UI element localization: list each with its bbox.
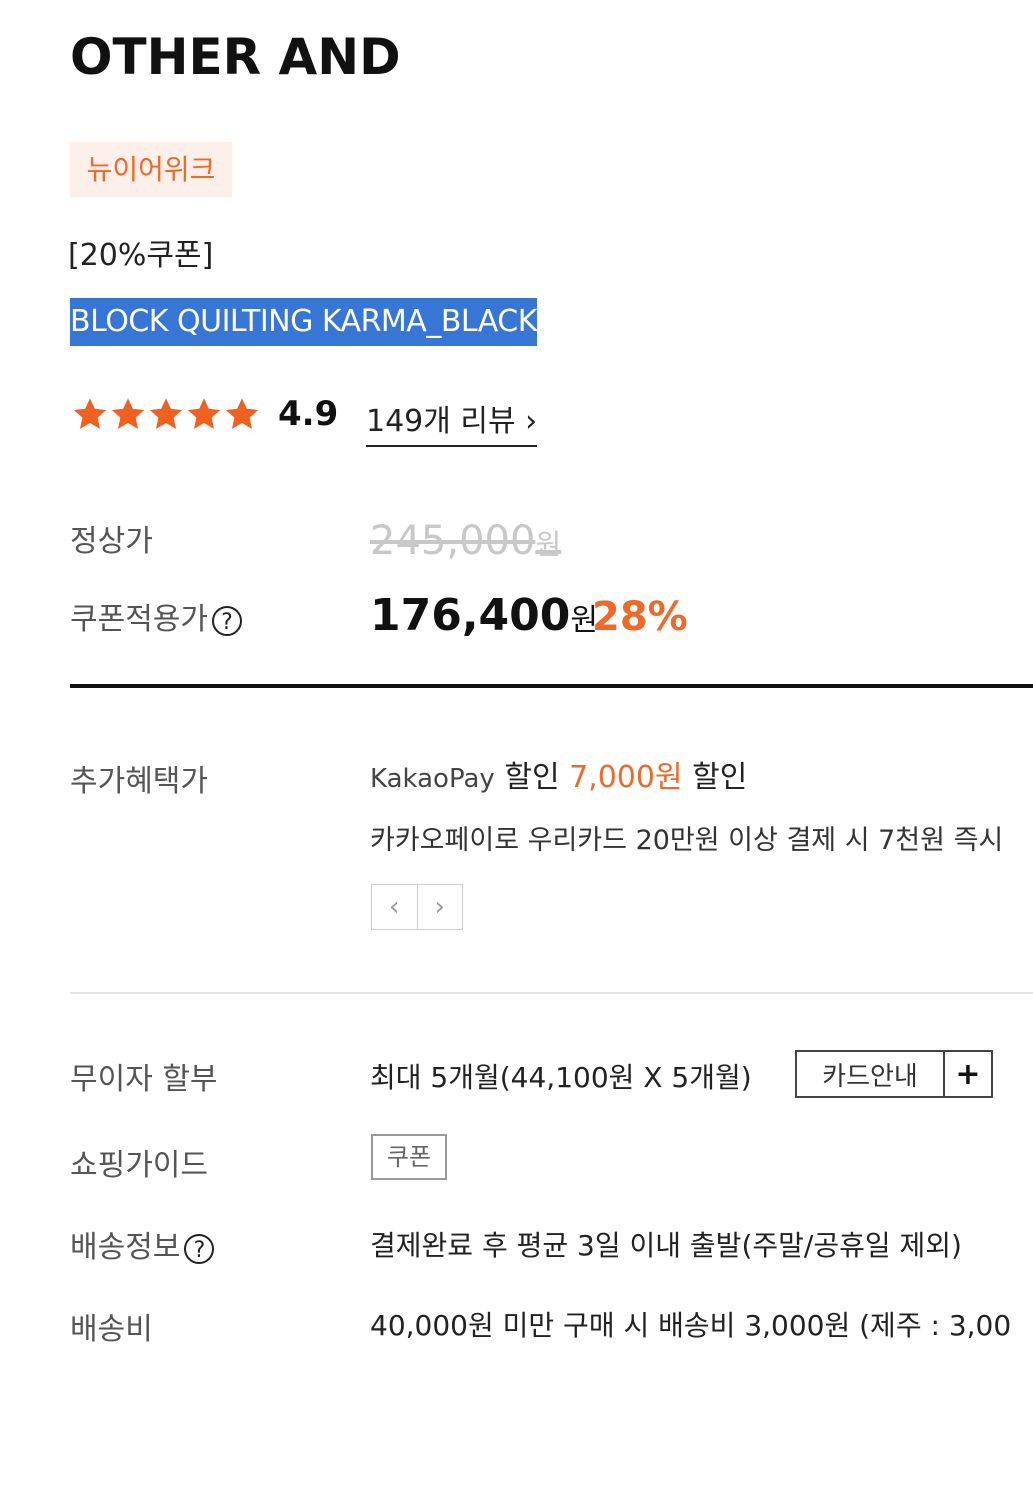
regular-price-label: 정상가	[70, 524, 153, 559]
help-icon[interactable]: ?	[212, 605, 242, 636]
chevron-left-icon[interactable]: ‹	[372, 885, 417, 929]
product-name: BLOCK QUILTING KARMA_BLACK	[70, 298, 537, 346]
regular-price: 245,000원	[370, 518, 561, 564]
chevron-right-icon[interactable]: ›	[416, 885, 463, 929]
help-icon[interactable]: ?	[184, 1233, 215, 1264]
shipping-label: 배송정보	[70, 1230, 181, 1265]
divider	[70, 992, 1033, 994]
card-info-button[interactable]: 카드안내 +	[795, 1050, 993, 1098]
reviews-link[interactable]: 149개 리뷰 ›	[366, 396, 538, 447]
rating-score: 4.9	[278, 394, 339, 434]
shipping-label-row: 배송정보?	[70, 1222, 215, 1266]
shopping-guide-label: 쇼핑가이드	[70, 1148, 208, 1183]
benefit-pager: ‹ ›	[371, 884, 463, 930]
plus-icon[interactable]: +	[943, 1052, 991, 1096]
coupon-price: 176,400원	[370, 590, 598, 641]
discount-rate: 28%	[592, 594, 688, 640]
benefit-amount: 7,000원	[569, 760, 683, 795]
coupon-price-label: 쿠폰적용가	[70, 602, 208, 637]
rating-stars	[72, 396, 260, 432]
coupon-tag: [20%쿠폰]	[68, 238, 214, 273]
regular-price-value: 245,000	[370, 518, 536, 564]
benefit-headline: KakaoPay 할인 7,000원 할인	[370, 752, 747, 796]
star-icon	[149, 398, 183, 429]
benefit-text1: 할인	[504, 760, 560, 795]
benefit-provider: KakaoPay	[370, 764, 495, 794]
coupon-price-value: 176,400	[370, 590, 571, 641]
shipping-fee-value: 40,000원 미만 구매 시 배송비 3,000원 (제주 : 3,00	[370, 1309, 1012, 1342]
brand-name[interactable]: OTHER AND	[70, 28, 401, 86]
benefit-description: 카카오페이로 우리카드 20만원 이상 결제 시 7천원 즉시	[370, 825, 1004, 856]
installment-label: 무이자 할부	[70, 1062, 218, 1097]
star-icon	[187, 398, 221, 429]
coupon-button[interactable]: 쿠폰	[371, 1134, 447, 1180]
star-icon	[225, 398, 259, 429]
event-badge: 뉴이어위크	[70, 142, 232, 197]
shipping-fee-label: 배송비	[70, 1312, 153, 1347]
shipping-value: 결제완료 후 평균 3일 이내 출발(주말/공휴일 제외)	[370, 1229, 962, 1262]
regular-price-unit: 원	[535, 528, 562, 561]
star-icon	[111, 398, 145, 429]
benefit-text2: 할인	[692, 760, 748, 795]
star-icon	[73, 398, 107, 429]
card-info-label[interactable]: 카드안내	[797, 1052, 943, 1096]
benefit-label: 추가혜택가	[70, 764, 208, 799]
coupon-price-label-row: 쿠폰적용가?	[70, 594, 242, 638]
divider	[70, 684, 1033, 688]
installment-value: 최대 5개월(44,100원 X 5개월)	[370, 1061, 752, 1094]
